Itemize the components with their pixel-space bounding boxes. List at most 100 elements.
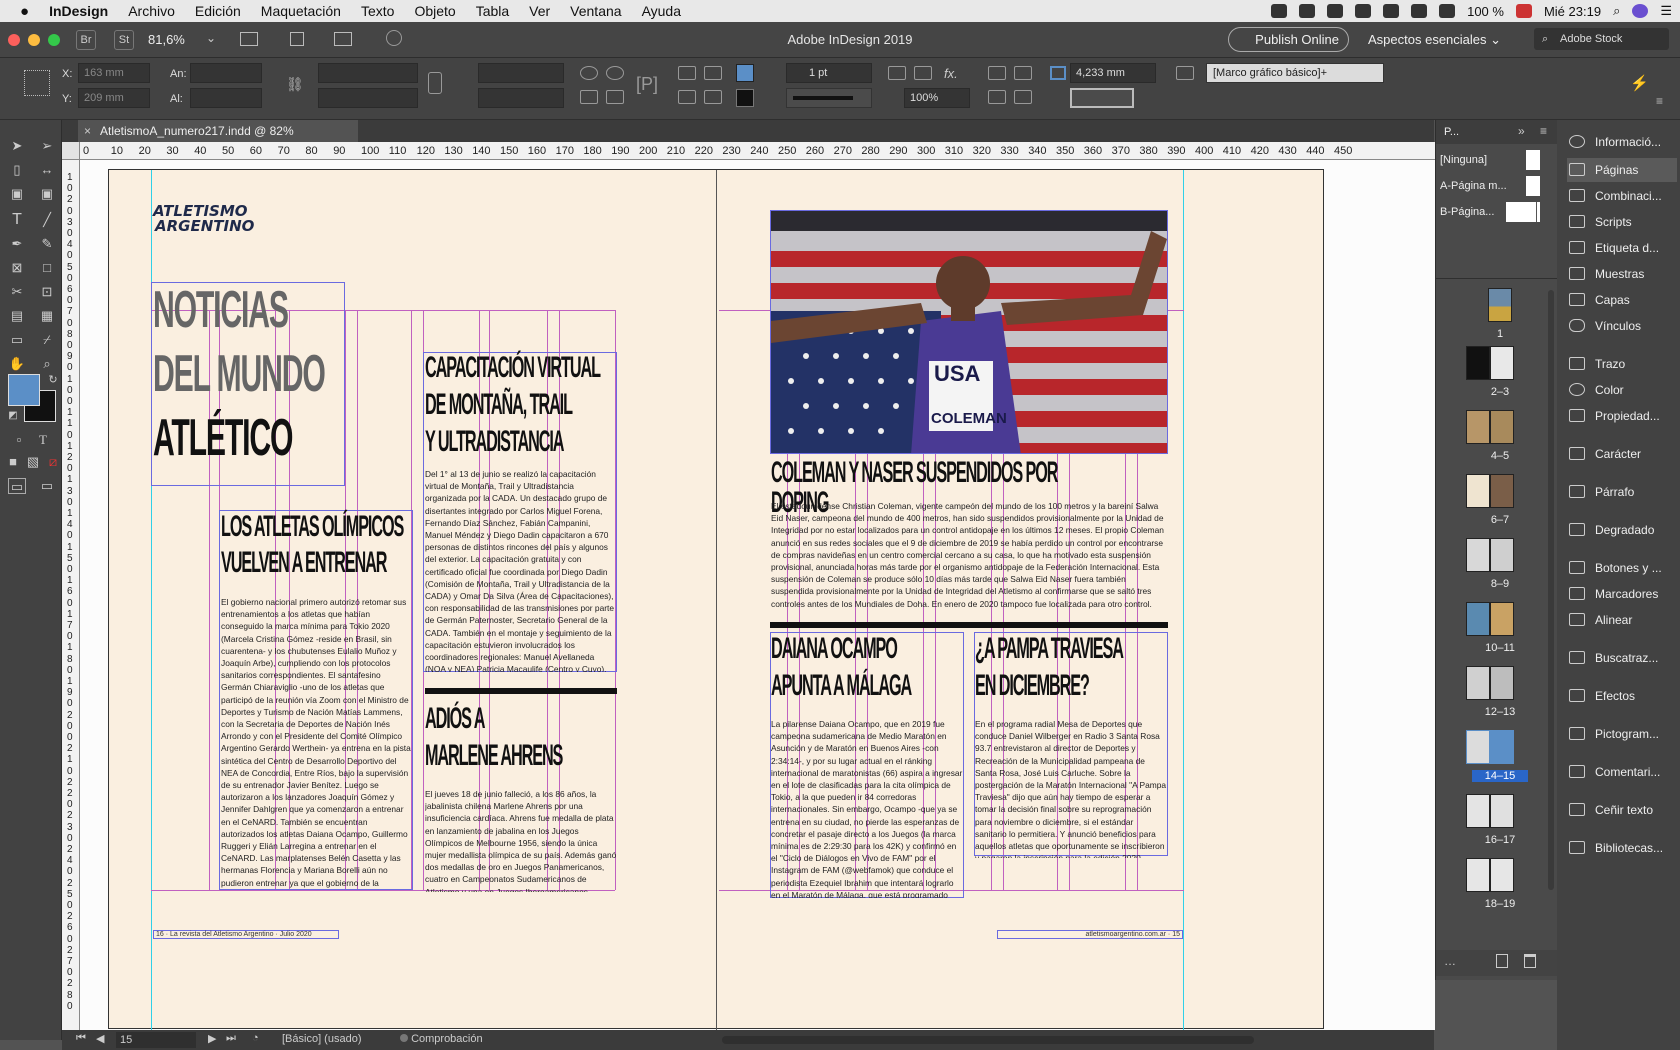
dock-data-merge[interactable]: Combinaci... <box>1567 184 1677 208</box>
dock-paragraph[interactable]: Párrafo <box>1567 480 1677 504</box>
corner-shape-preview[interactable] <box>1070 88 1134 108</box>
next-page-icon[interactable]: ▶ <box>208 1032 216 1045</box>
page-thumb-16[interactable] <box>1466 794 1490 828</box>
scale-x-field[interactable] <box>318 63 418 83</box>
close-window-button[interactable] <box>8 34 20 46</box>
creative-cloud-icon[interactable] <box>1299 4 1316 18</box>
formatting-text-icon[interactable]: T <box>34 432 52 448</box>
opacity-field[interactable]: 100% <box>904 88 970 108</box>
menu-ver[interactable]: Ver <box>519 3 560 19</box>
siri-icon[interactable] <box>1632 4 1649 18</box>
auto-fit-icon[interactable] <box>1050 66 1066 80</box>
stock-button[interactable]: St <box>114 30 134 50</box>
zoom-tool-icon[interactable]: ⌕ <box>38 356 56 372</box>
text-frame-p-icon[interactable]: [P] <box>636 74 658 95</box>
dock-color[interactable]: Color <box>1567 378 1677 402</box>
cloud-icon[interactable] <box>1327 4 1344 18</box>
pages-panel-tab[interactable]: P... <box>1444 126 1459 138</box>
display-icon[interactable] <box>1439 4 1456 18</box>
preflight-status[interactable]: Comprobación <box>400 1033 483 1045</box>
menu-maquetacion[interactable]: Maquetación <box>251 3 351 19</box>
note-tool-icon[interactable]: ▭ <box>8 332 26 348</box>
select-content-icon[interactable] <box>704 66 722 80</box>
menu-ventana[interactable]: Ventana <box>560 3 631 19</box>
chevron-down-icon[interactable]: ⌄ <box>206 31 216 45</box>
scale-y-field[interactable] <box>318 88 418 108</box>
horizontal-ruler[interactable]: 0 10 20 30 40 50 60 70 80 90 100 110 120 130 140 150 160… <box>80 142 1435 160</box>
page-thumb-9[interactable] <box>1490 538 1514 572</box>
page-thumb-6[interactable] <box>1466 474 1490 508</box>
link-scale-icon[interactable] <box>428 72 442 94</box>
apply-gradient-icon[interactable]: ▧ <box>24 454 42 470</box>
dock-buttons[interactable]: Botones y ... <box>1567 556 1677 580</box>
direct-selection-tool-icon[interactable]: ➢ <box>38 138 56 154</box>
time-machine-icon[interactable] <box>1355 4 1372 18</box>
page-thumb-18[interactable] <box>1466 858 1490 892</box>
object-style-dropdown[interactable]: [Marco gráfico básico]+ <box>1206 63 1384 83</box>
select-previous-icon[interactable] <box>678 90 696 104</box>
dock-stroke[interactable]: Trazo <box>1567 352 1677 376</box>
dock-comments[interactable]: Comentari... <box>1567 760 1677 784</box>
align-left-edges-icon[interactable] <box>988 66 1006 80</box>
dock-bookmarks[interactable]: Marcadores <box>1567 582 1677 606</box>
document-spread[interactable]: ATLETISMO ARGENTINO NOTICIAS DEL MUNDO A… <box>108 169 1324 1030</box>
dock-properties[interactable]: Propiedad... <box>1567 404 1677 428</box>
page-thumb-4[interactable] <box>1466 410 1490 444</box>
selection-tool-icon[interactable]: ➤ <box>8 138 26 154</box>
dock-libraries[interactable]: Bibliotecas... <box>1567 836 1677 860</box>
open-page-icon[interactable]: ◔ <box>252 1032 259 1044</box>
pen-tool-icon[interactable]: ✒ <box>8 236 26 252</box>
shear-field[interactable] <box>478 88 564 108</box>
align-top-edges-icon[interactable] <box>988 90 1006 104</box>
dock-scripts[interactable]: Scripts <box>1567 210 1677 234</box>
apply-none-icon[interactable]: ⧄ <box>44 454 62 470</box>
rectangle-tool-icon[interactable]: □ <box>38 260 56 276</box>
dock-script-label[interactable]: Etiqueta d... <box>1567 236 1677 260</box>
page-thumb-3[interactable] <box>1490 346 1514 380</box>
fill-color-swatch[interactable] <box>8 374 40 406</box>
page-thumb-19[interactable] <box>1490 858 1514 892</box>
align-centers-icon[interactable] <box>1014 66 1032 80</box>
zoom-level[interactable]: 81,6% <box>148 32 185 47</box>
eyedropper-tool-icon[interactable]: ⌿ <box>38 332 56 348</box>
page-tool-icon[interactable]: ▯ <box>8 162 26 178</box>
menu-edicion[interactable]: Edición <box>185 3 251 19</box>
frame-fitting-icon[interactable] <box>888 66 906 80</box>
dock-glyphs[interactable]: Pictogram... <box>1567 722 1677 746</box>
menu-ayuda[interactable]: Ayuda <box>632 3 691 19</box>
page-thumb-5[interactable] <box>1490 410 1514 444</box>
panel-menu-icon[interactable]: ≡ <box>1540 124 1547 138</box>
flag-icon[interactable] <box>1515 4 1532 18</box>
page-style[interactable]: [Básico] (usado) <box>282 1033 361 1045</box>
volume-icon[interactable] <box>1411 4 1428 18</box>
scissors-tool-icon[interactable]: ✂ <box>8 284 26 300</box>
page-thumb-10[interactable] <box>1466 602 1490 636</box>
battery-percent[interactable]: 100 % <box>1467 4 1504 19</box>
default-colors-icon[interactable]: ◩ <box>4 408 22 424</box>
select-next-icon[interactable] <box>704 90 722 104</box>
width-field[interactable] <box>190 63 262 83</box>
previous-page-icon[interactable]: ◀ <box>96 1032 104 1045</box>
page-thumb-13[interactable] <box>1490 666 1514 700</box>
master-b[interactable]: B-Página... <box>1440 202 1554 224</box>
dock-gradient[interactable]: Degradado <box>1567 518 1677 542</box>
bridge-button[interactable]: Br <box>76 30 96 50</box>
magazine-logo[interactable]: ATLETISMO ARGENTINO <box>153 204 254 234</box>
dock-swatches[interactable]: Muestras <box>1567 262 1677 286</box>
page-thumb-7[interactable] <box>1490 474 1514 508</box>
collapse-panel-icon[interactable]: » <box>1518 124 1525 138</box>
document-tab[interactable]: × AtletismoA_numero217.indd @ 82% <box>78 120 358 142</box>
dropbox-icon[interactable] <box>1271 4 1288 18</box>
gap-tool-icon[interactable]: ↔ <box>38 162 56 178</box>
stock-search-input[interactable]: ⌕ Adobe Stock <box>1534 28 1669 50</box>
delete-page-icon[interactable] <box>1524 954 1536 968</box>
rotate-cw-icon[interactable] <box>580 66 598 80</box>
stroke-type-dropdown[interactable] <box>786 88 872 108</box>
flip-horizontal-icon[interactable] <box>580 90 598 104</box>
gpu-icon[interactable] <box>386 30 402 46</box>
apply-color-icon[interactable]: ■ <box>4 454 22 470</box>
dock-pathfinder[interactable]: Buscatraz... <box>1567 646 1677 670</box>
publish-online-button[interactable]: Publish Online <box>1228 27 1349 52</box>
menu-archivo[interactable]: Archivo <box>118 3 185 19</box>
rotation-field[interactable] <box>478 63 564 83</box>
